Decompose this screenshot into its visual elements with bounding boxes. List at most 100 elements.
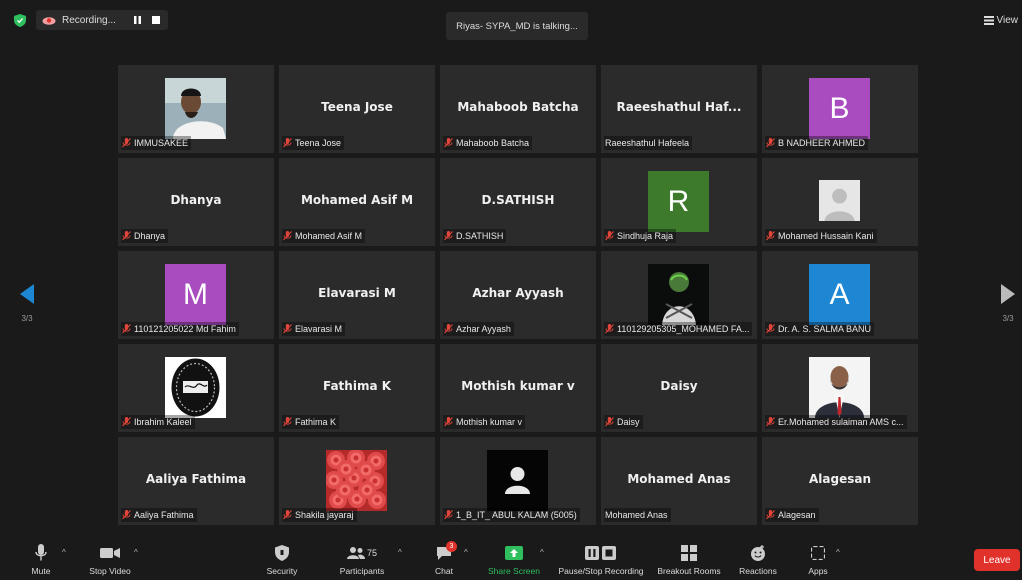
video-options-caret[interactable]: ^ <box>134 548 138 557</box>
participant-display-name: Mahaboob Batcha <box>457 100 579 114</box>
participant-name: Mahaboob Batcha <box>456 138 530 148</box>
participant-display-name: Teena Jose <box>321 100 393 114</box>
participant-name-label: IMMUSAKEE <box>121 136 192 150</box>
stop-recording-icon[interactable] <box>152 16 160 24</box>
next-page-button[interactable]: 3/3 <box>996 284 1020 344</box>
reactions-icon <box>751 545 765 561</box>
participant-tile[interactable]: IMMUSAKEE <box>118 65 274 153</box>
muted-mic-icon <box>444 138 453 148</box>
participant-gallery: IMMUSAKEE Teena Jose Teena Jose Mahaboob Ba… <box>118 65 918 526</box>
participant-name-label: Mohamed Hussain Kani <box>765 229 877 243</box>
apps-caret[interactable]: ^ <box>836 548 840 557</box>
recording-label: Recording... <box>62 14 116 26</box>
apps-button[interactable]: Apps ^ <box>806 544 840 576</box>
participant-tile[interactable]: Elavarasi M Elavarasi M <box>279 251 435 339</box>
participant-name-label: Mahaboob Batcha <box>443 136 533 150</box>
participant-tile[interactable]: Mohamed Anas Mohamed Anas <box>601 437 757 525</box>
participant-tile[interactable]: M 110121205022 Md Fahim <box>118 251 274 339</box>
muted-mic-icon <box>444 510 453 520</box>
participant-name-label: 1_B_IT_ ABUL KALAM (5005) <box>443 508 580 522</box>
participant-tile[interactable]: Aaliya Fathima Aaliya Fathima <box>118 437 274 525</box>
stop-video-label: Stop Video <box>89 566 131 576</box>
page-indicator-right: 3/3 <box>1002 314 1014 323</box>
participant-display-name: Aaliya Fathima <box>145 472 247 486</box>
participant-tile[interactable]: Mohamed Hussain Kani <box>762 158 918 246</box>
view-button[interactable]: View <box>983 12 1019 28</box>
chat-label: Chat <box>435 566 453 576</box>
participant-tile[interactable]: R Sindhuja Raja <box>601 158 757 246</box>
share-caret[interactable]: ^ <box>540 548 544 557</box>
participant-name: Aaliya Fathima <box>134 510 194 520</box>
participant-name-label: Dr. A. S. SALMA BANU <box>765 322 875 336</box>
participant-name: D.SATHISH <box>456 231 504 241</box>
participant-tile[interactable]: 1_B_IT_ ABUL KALAM (5005) <box>440 437 596 525</box>
participant-tile[interactable]: 110129205305_MOHAMED FA... <box>601 251 757 339</box>
profile-photo <box>809 357 870 418</box>
meeting-toolbar: Mute ^ Stop Video ^ Security 75 Particip… <box>0 536 1022 580</box>
video-camera-icon <box>100 548 120 558</box>
security-button[interactable]: Security <box>264 544 300 576</box>
participant-tile[interactable]: Fathima K Fathima K <box>279 344 435 432</box>
participant-name: B NADHEER AHMED <box>778 138 866 148</box>
apps-icon <box>811 546 825 560</box>
participant-tile[interactable]: Mohamed Asif M Mohamed Asif M <box>279 158 435 246</box>
leave-button[interactable]: Leave <box>974 549 1020 571</box>
participant-tile[interactable]: Er.Mohamed sulaiman AMS c... <box>762 344 918 432</box>
participant-name: Elavarasi M <box>295 324 343 334</box>
zoom-meeting-window: Recording... Riyas- SYPA_MD is talking..… <box>0 0 1022 580</box>
participant-tile[interactable]: D.SATHISH D.SATHISH <box>440 158 596 246</box>
view-label: View <box>996 14 1019 26</box>
share-screen-label: Share Screen <box>488 566 540 576</box>
chat-button[interactable]: 3 Chat ^ <box>430 541 468 576</box>
participant-name: Ibrahim Kaleel <box>134 417 192 427</box>
participant-name-label: Alagesan <box>765 508 819 522</box>
security-icon <box>275 545 289 561</box>
avatar-letter: B <box>809 78 870 139</box>
participant-tile[interactable]: Dhanya Dhanya <box>118 158 274 246</box>
previous-page-button[interactable]: 3/3 <box>15 284 39 344</box>
participant-name: 1_B_IT_ ABUL KALAM (5005) <box>456 510 577 520</box>
participant-name-label: B NADHEER AHMED <box>765 136 869 150</box>
participant-tile[interactable]: Azhar Ayyash Azhar Ayyash <box>440 251 596 339</box>
pause-recording-icon[interactable] <box>132 15 144 25</box>
participants-icon <box>346 547 365 559</box>
participant-display-name: Mohamed Anas <box>627 472 731 486</box>
participant-name-label: Mohamed Asif M <box>282 229 366 243</box>
participant-tile[interactable]: Daisy Daisy <box>601 344 757 432</box>
participants-caret[interactable]: ^ <box>398 548 402 557</box>
share-screen-button[interactable]: Share Screen ^ <box>486 544 544 576</box>
participant-name: IMMUSAKEE <box>134 138 189 148</box>
participant-name: Daisy <box>617 417 640 427</box>
participant-display-name: Mohamed Asif M <box>300 193 414 207</box>
participant-tile[interactable]: BB NADHEER AHMED <box>762 65 918 153</box>
participant-tile[interactable]: Alagesan Alagesan <box>762 437 918 525</box>
participant-tile[interactable]: Teena Jose Teena Jose <box>279 65 435 153</box>
share-screen-icon <box>505 546 523 560</box>
pause-stop-recording-button[interactable]: Pause/Stop Recording <box>556 544 646 576</box>
participant-tile[interactable]: Ibrahim Kaleel <box>118 344 274 432</box>
muted-mic-icon <box>444 324 453 334</box>
breakout-rooms-button[interactable]: Breakout Rooms <box>656 544 722 576</box>
participant-name: Dhanya <box>134 231 166 241</box>
participant-display-name: Elavarasi M <box>318 286 396 300</box>
participant-tile[interactable]: Raeeshathul Haf... Raeeshathul Hafeela <box>601 65 757 153</box>
participants-button[interactable]: 75 Participants ^ <box>336 544 402 576</box>
participant-tile[interactable]: A Dr. A. S. SALMA BANU <box>762 251 918 339</box>
reactions-button[interactable]: Reactions <box>738 544 778 576</box>
profile-photo <box>165 78 226 139</box>
participant-name-label: Fathima K <box>282 415 340 429</box>
participant-tile[interactable]: Shakila jayaraj <box>279 437 435 525</box>
participant-name: Alagesan <box>778 510 816 520</box>
participant-tile[interactable]: Mothish kumar v Mothish kumar v <box>440 344 596 432</box>
grid-view-icon <box>983 15 994 25</box>
security-shield-icon[interactable] <box>14 14 26 27</box>
stop-video-button[interactable]: Stop Video ^ <box>82 544 138 576</box>
participant-name: Dr. A. S. SALMA BANU <box>778 324 872 334</box>
participant-name: Fathima K <box>295 417 337 427</box>
mute-button[interactable]: Mute ^ <box>24 544 66 576</box>
chat-caret[interactable]: ^ <box>464 548 468 557</box>
participant-tile[interactable]: Mahaboob Batcha Mahaboob Batcha <box>440 65 596 153</box>
muted-mic-icon <box>605 324 614 334</box>
mute-options-caret[interactable]: ^ <box>62 548 66 557</box>
participants-count: 75 <box>366 548 377 558</box>
